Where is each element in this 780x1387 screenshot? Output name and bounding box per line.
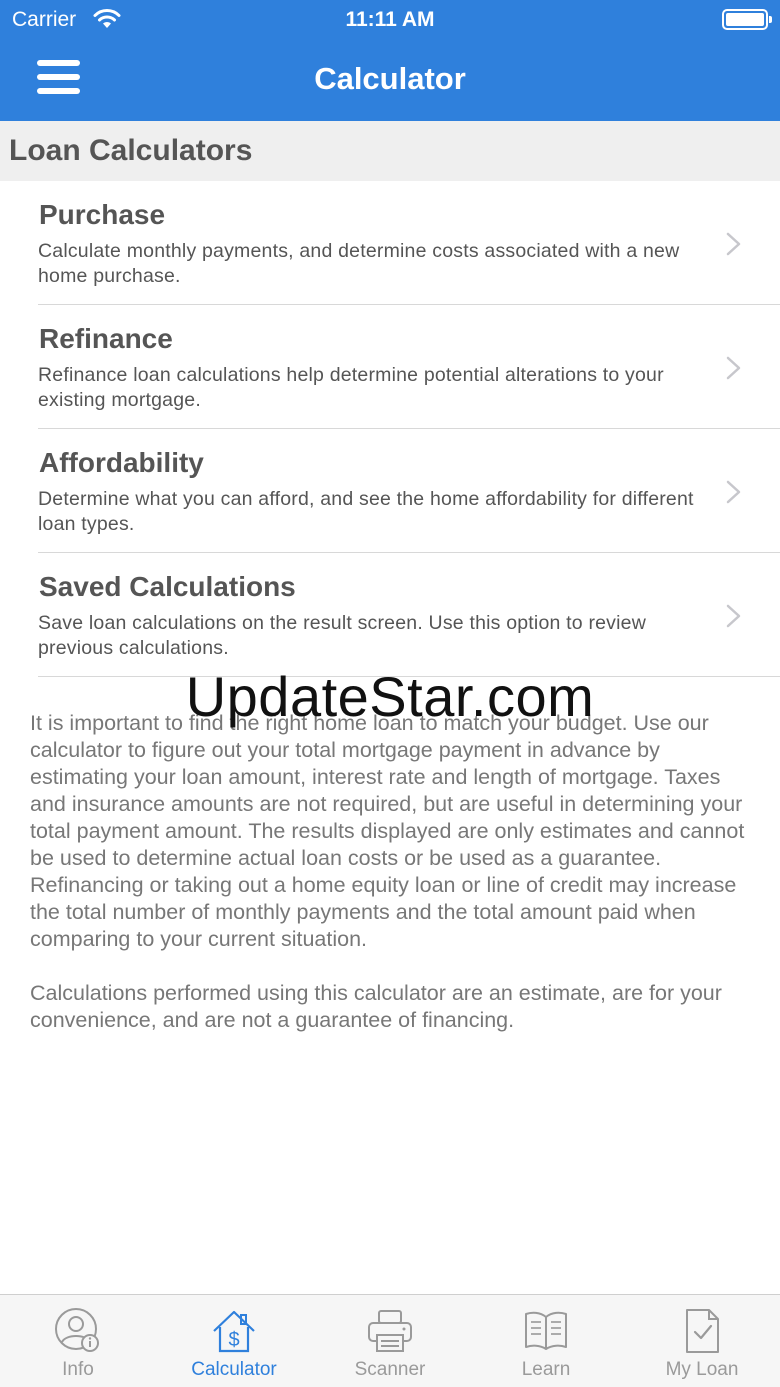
tab-label: My Loan [665, 1359, 739, 1380]
svg-text:$: $ [228, 1329, 239, 1351]
tab-label: Calculator [191, 1359, 277, 1380]
disclaimer-text: It is important to find the right home l… [30, 710, 760, 1034]
disclaimer-paragraph: It is important to find the right home l… [30, 711, 745, 951]
section-title: Loan Calculators [9, 134, 253, 167]
open-book-icon [525, 1311, 567, 1350]
list-item-description: Determine what you can afford, and see t… [38, 488, 694, 535]
printer-icon [368, 1310, 412, 1352]
disclaimer-paragraph: Calculations performed using this calcul… [30, 981, 722, 1032]
calculator-list: Purchase Calculate monthly payments, and… [0, 181, 780, 677]
status-bar: Carrier 11:11 AM [0, 0, 780, 40]
tab-info[interactable]: Info [0, 1295, 156, 1387]
list-item-refinance[interactable]: Refinance Refinance loan calculations he… [0, 305, 780, 429]
chevron-right-icon [726, 604, 741, 628]
battery-icon [722, 9, 772, 30]
list-item-purchase[interactable]: Purchase Calculate monthly payments, and… [0, 181, 780, 305]
list-item-description: Refinance loan calculations help determi… [38, 364, 664, 411]
document-check-icon [686, 1309, 719, 1353]
list-item-saved-calculations[interactable]: Saved Calculations Save loan calculation… [0, 553, 780, 677]
tab-label: Scanner [354, 1359, 426, 1380]
list-item-description: Save loan calculations on the result scr… [38, 612, 646, 659]
tab-label: Learn [521, 1359, 571, 1380]
user-info-icon [55, 1308, 99, 1352]
watermark: UpdateStar.com [185, 665, 595, 728]
app-header: Carrier 11:11 AM Calculator [0, 0, 780, 121]
list-item-affordability[interactable]: Affordability Determine what you can aff… [0, 429, 780, 553]
list-item-title: Purchase [39, 199, 166, 230]
chevron-right-icon [726, 480, 741, 504]
list-item-title: Refinance [39, 323, 173, 354]
status-time: 11:11 AM [345, 8, 435, 31]
chevron-right-icon [726, 232, 741, 256]
section-header: Loan Calculators [0, 121, 780, 181]
list-item-description: Calculate monthly payments, and determin… [38, 240, 680, 287]
tab-calculator[interactable]: $ Calculator [156, 1295, 312, 1387]
tab-label: Info [62, 1359, 94, 1380]
list-item-title: Saved Calculations [39, 571, 296, 602]
page-title: Calculator [314, 61, 466, 96]
tab-my-loan[interactable]: My Loan [624, 1295, 780, 1387]
tab-learn[interactable]: Learn [468, 1295, 624, 1387]
list-item-title: Affordability [39, 447, 204, 478]
tab-bar: Info $ Calculator Scanner Learn My Loan [0, 1294, 780, 1387]
chevron-right-icon [726, 356, 741, 380]
house-dollar-icon: $ [213, 1310, 255, 1353]
tab-scanner[interactable]: Scanner [312, 1295, 468, 1387]
